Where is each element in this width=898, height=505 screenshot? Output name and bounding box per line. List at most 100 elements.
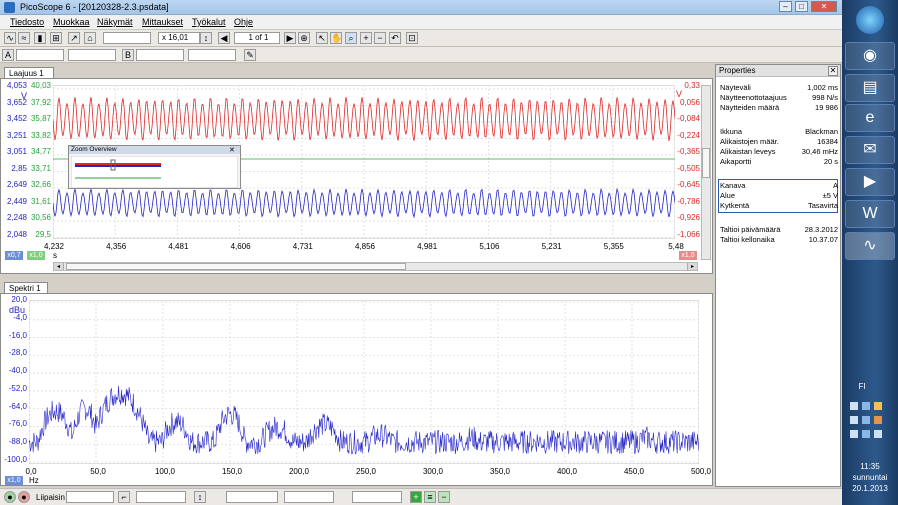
start-button-icon[interactable] [856, 6, 884, 34]
scope-red-scale-badge[interactable]: x1,0 [679, 251, 697, 260]
zoom-overview-window[interactable]: Zoom Overview ✕ [68, 145, 241, 189]
spectrum-y-tick: -76,0 [8, 419, 27, 429]
persistence-icon[interactable]: ≈ [18, 32, 30, 44]
outlook-taskbar-icon[interactable]: ✉ [845, 136, 895, 164]
scope-y-tick-red: -0,645 [677, 180, 700, 189]
zoom-out-icon[interactable]: − [374, 32, 386, 44]
menu-ohje[interactable]: Ohje [234, 17, 253, 27]
scope-y-tick-green: 35,87 [30, 114, 51, 123]
scrollbar-thumb[interactable] [66, 263, 406, 270]
previous-page-icon[interactable]: ◀ [218, 32, 230, 44]
zoom-value-field[interactable]: x 16,01 [158, 32, 200, 44]
trigger-label: Liipaisin [36, 493, 65, 502]
hand-tool-icon[interactable]: ✋ [330, 32, 342, 44]
channel-options-icon[interactable]: ⊞ [50, 32, 62, 44]
property-key: Näytteiden määrä [720, 103, 780, 112]
coupling-select[interactable] [68, 49, 116, 61]
start-icon[interactable]: ● [4, 491, 16, 503]
channel-b-icon[interactable]: B [122, 49, 134, 61]
trigger-edge-icon[interactable]: ⌐ [118, 491, 130, 503]
spectrum-x-tick: 500,0 [690, 467, 712, 476]
stop-icon[interactable]: ● [18, 491, 30, 503]
menu-tiedosto[interactable]: Tiedosto [10, 17, 44, 27]
explorer-taskbar-icon[interactable]: ▤ [845, 74, 895, 102]
property-key: Alikaistojen määr. [720, 137, 779, 146]
zoom-spin-icon[interactable]: ↕ [200, 32, 212, 44]
media-player-taskbar-icon[interactable]: ▶ [845, 168, 895, 196]
vertical-scrollbar-thumb[interactable] [702, 148, 710, 178]
scope-x-tick: 5,106 [479, 242, 500, 251]
measurement-edit-icon[interactable]: ≡ [424, 491, 436, 503]
property-value: 998 N/s [812, 93, 838, 102]
zoom-in-icon[interactable]: + [360, 32, 372, 44]
trigger-source-select[interactable] [136, 491, 186, 503]
spectrum-plot[interactable] [29, 300, 699, 464]
word-taskbar-icon[interactable]: W [845, 200, 895, 228]
spectrum-scale-badge[interactable]: x1,0 [5, 476, 23, 485]
scope-blue-scale-badge[interactable]: x0,7 [5, 251, 23, 260]
menu-tyokalut[interactable]: Työkalut [192, 17, 226, 27]
spectrum-x-tick: 400,0 [556, 467, 578, 476]
property-row: Taltioi päivämäärä 28.3.2012 [720, 225, 838, 235]
property-value: A [832, 181, 838, 190]
close-button[interactable]: ✕ [811, 1, 837, 12]
pretrigger-field[interactable] [284, 491, 334, 503]
scope-horizontal-scrollbar[interactable]: ◂ ▸ [53, 262, 698, 271]
channel-b-coupling-select[interactable] [188, 49, 236, 61]
pointer-tool-icon[interactable]: ↖ [316, 32, 328, 44]
scope-mode-icon[interactable]: ∿ [4, 32, 16, 44]
title-bar: PicoScope 6 - [20120328-2.3.psdata] – □ … [0, 0, 842, 15]
timebase-select[interactable] [103, 32, 151, 44]
maximize-button[interactable]: □ [795, 1, 808, 12]
spectrum-mode-icon[interactable]: ▮ [34, 32, 46, 44]
scope-vertical-scrollbar[interactable] [701, 85, 711, 260]
properties-close-icon[interactable]: ✕ [828, 66, 838, 76]
property-row: Kanava A [720, 181, 838, 191]
compass-icon[interactable]: ⊕ [298, 32, 310, 44]
zoom-fit-icon[interactable]: ⊡ [406, 32, 418, 44]
signal-generator-icon[interactable]: ↗ [68, 32, 80, 44]
channel-range-select[interactable] [16, 49, 64, 61]
scope-y-tick-red: -0,224 [677, 130, 700, 140]
zoom-overview-close-icon[interactable]: ✕ [229, 146, 235, 154]
picoscope-taskbar-icon[interactable]: ∿ [845, 232, 895, 260]
scroll-right-icon[interactable]: ▸ [687, 263, 697, 270]
home-icon[interactable]: ⌂ [84, 32, 96, 44]
zoom-overview-title: Zoom Overview [69, 146, 240, 154]
scope-y-tick-blue: 3,251 [6, 130, 27, 140]
zoom-area-icon[interactable]: ⌕ [345, 32, 357, 44]
channel-toolbar: A B ✎ [0, 47, 842, 63]
property-key: Alikaistan leveys [720, 147, 776, 156]
channel-a-icon[interactable]: A [2, 49, 14, 61]
channel-b-range-select[interactable] [136, 49, 184, 61]
trigger-threshold-field[interactable] [226, 491, 278, 503]
spectrum-view: 20,0 -4,0 -16,0 -28,0 -40,0 -52,0 -64,0 -76,0 -8… [0, 293, 713, 486]
clock-time[interactable]: 11:35 [842, 462, 898, 471]
property-value: 30,46 mHz [801, 147, 838, 156]
scope-x-tick: 4,232 [43, 242, 65, 251]
measurement-add-icon[interactable]: + [410, 491, 422, 503]
firefox-taskbar-icon[interactable]: ◉ [845, 42, 895, 70]
probe-icon[interactable]: ✎ [244, 49, 256, 61]
properties-panel: Properties ✕ Näyteväli 1,002 ms Näytteenot… [715, 64, 841, 487]
spectrum-x-unit: Hz [29, 476, 39, 485]
menu-nakymat[interactable]: Näkymät [97, 17, 133, 27]
measurement-delete-icon[interactable]: − [438, 491, 450, 503]
scope-green-scale-badge[interactable]: x1,0 [27, 251, 45, 260]
delay-field[interactable] [352, 491, 402, 503]
minimize-button[interactable]: – [779, 1, 792, 12]
next-page-icon[interactable]: ▶ [284, 32, 296, 44]
menu-mittaukset[interactable]: Mittaukset [142, 17, 183, 27]
system-tray-icons[interactable] [848, 400, 892, 450]
trigger-level-icon[interactable]: ↕ [194, 491, 206, 503]
undo-zoom-icon[interactable]: ↶ [389, 32, 401, 44]
trigger-mode-select[interactable] [66, 491, 114, 503]
menu-muokkaa[interactable]: Muokkaa [53, 17, 90, 27]
ie-taskbar-icon[interactable]: e [845, 104, 895, 132]
scroll-left-icon[interactable]: ◂ [54, 263, 64, 270]
language-indicator[interactable]: FI [842, 382, 882, 391]
zoom-overview-plot[interactable] [71, 156, 238, 188]
property-row: Kytkentä Tasavirta [720, 201, 838, 211]
spectrum-y-tick: -16,0 [8, 330, 27, 340]
scope-y-tick-red: -0,084 [677, 114, 700, 123]
